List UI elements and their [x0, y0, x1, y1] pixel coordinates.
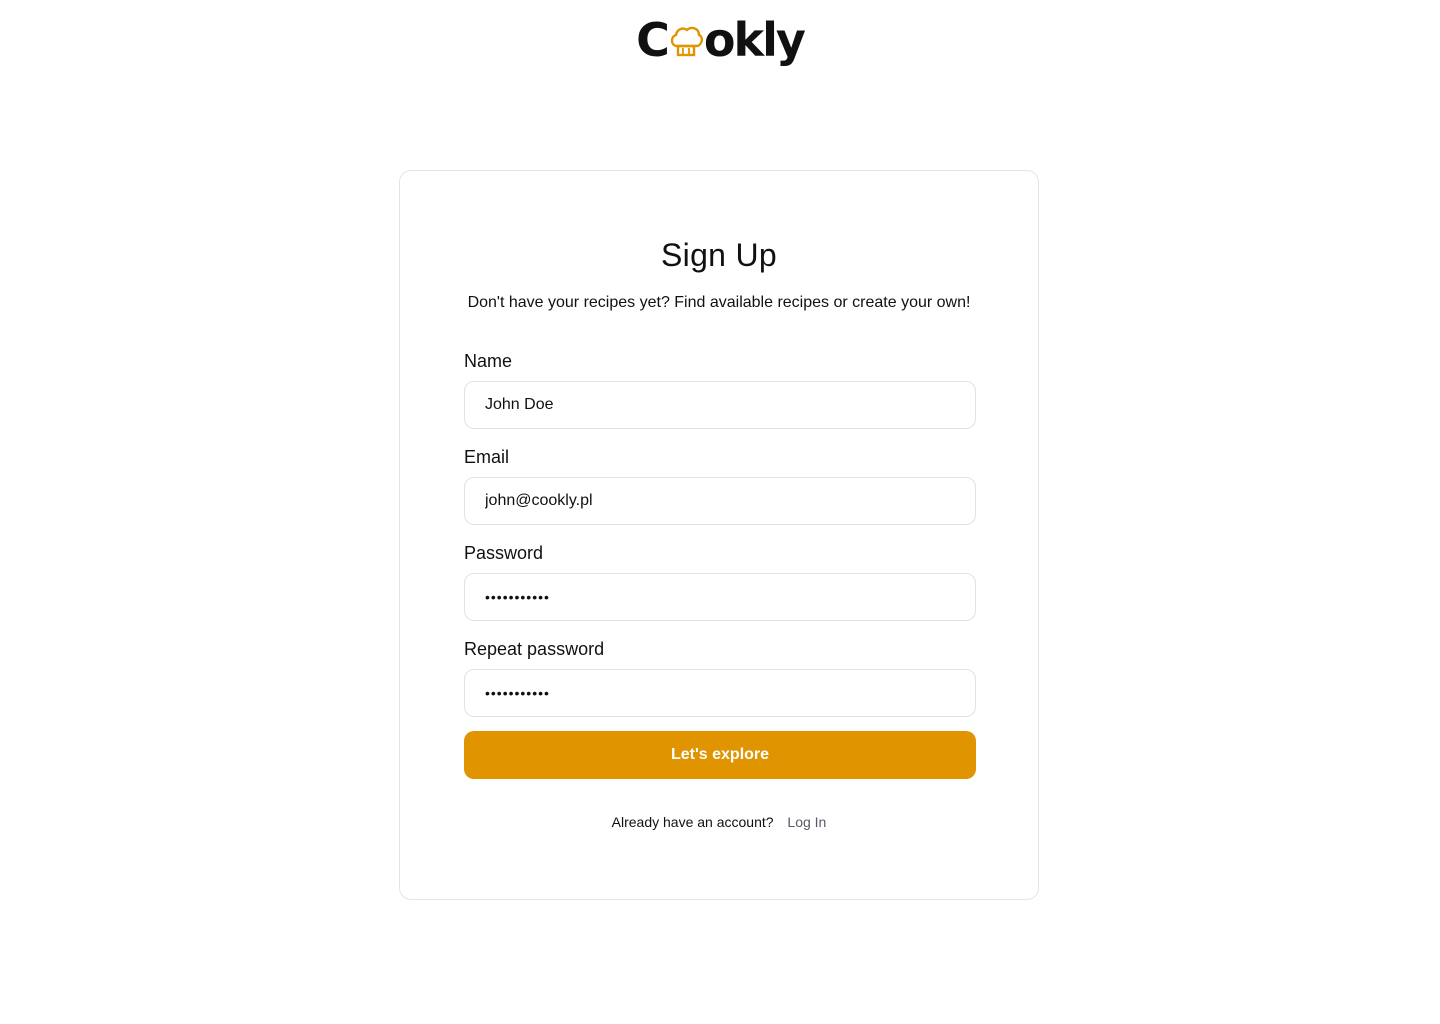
login-link[interactable]: Log In [787, 814, 826, 830]
name-input[interactable] [464, 381, 976, 429]
email-input[interactable] [464, 477, 976, 525]
logo-suffix: okly [703, 13, 806, 67]
repeat-password-label: Repeat password [464, 639, 605, 659]
password-field-group: Password [464, 541, 976, 621]
logo-wordmark: C okly [636, 13, 806, 67]
password-input[interactable] [464, 573, 976, 621]
email-label: Email [464, 447, 510, 467]
page-subtitle: Don't have your recipes yet? Find availa… [467, 294, 971, 311]
email-field-group: Email [464, 445, 976, 525]
password-label: Password [464, 543, 544, 563]
logo[interactable]: C okly [0, 10, 1440, 70]
name-field-group: Name [464, 349, 976, 429]
page-title: Sign Up [661, 237, 777, 273]
login-prompt-text: Already have an account? [611, 814, 774, 830]
repeat-password-field-group: Repeat password [464, 637, 976, 717]
login-prompt-row: Already have an account? Log In [400, 814, 1038, 830]
repeat-password-input[interactable] [464, 669, 976, 717]
logo-prefix: C [636, 13, 670, 67]
lets-explore-button[interactable]: Let's explore [464, 731, 976, 779]
chef-hat-icon [669, 23, 703, 61]
signup-card: Sign Up Don't have your recipes yet? Fin… [399, 170, 1039, 900]
name-label: Name [464, 351, 513, 371]
